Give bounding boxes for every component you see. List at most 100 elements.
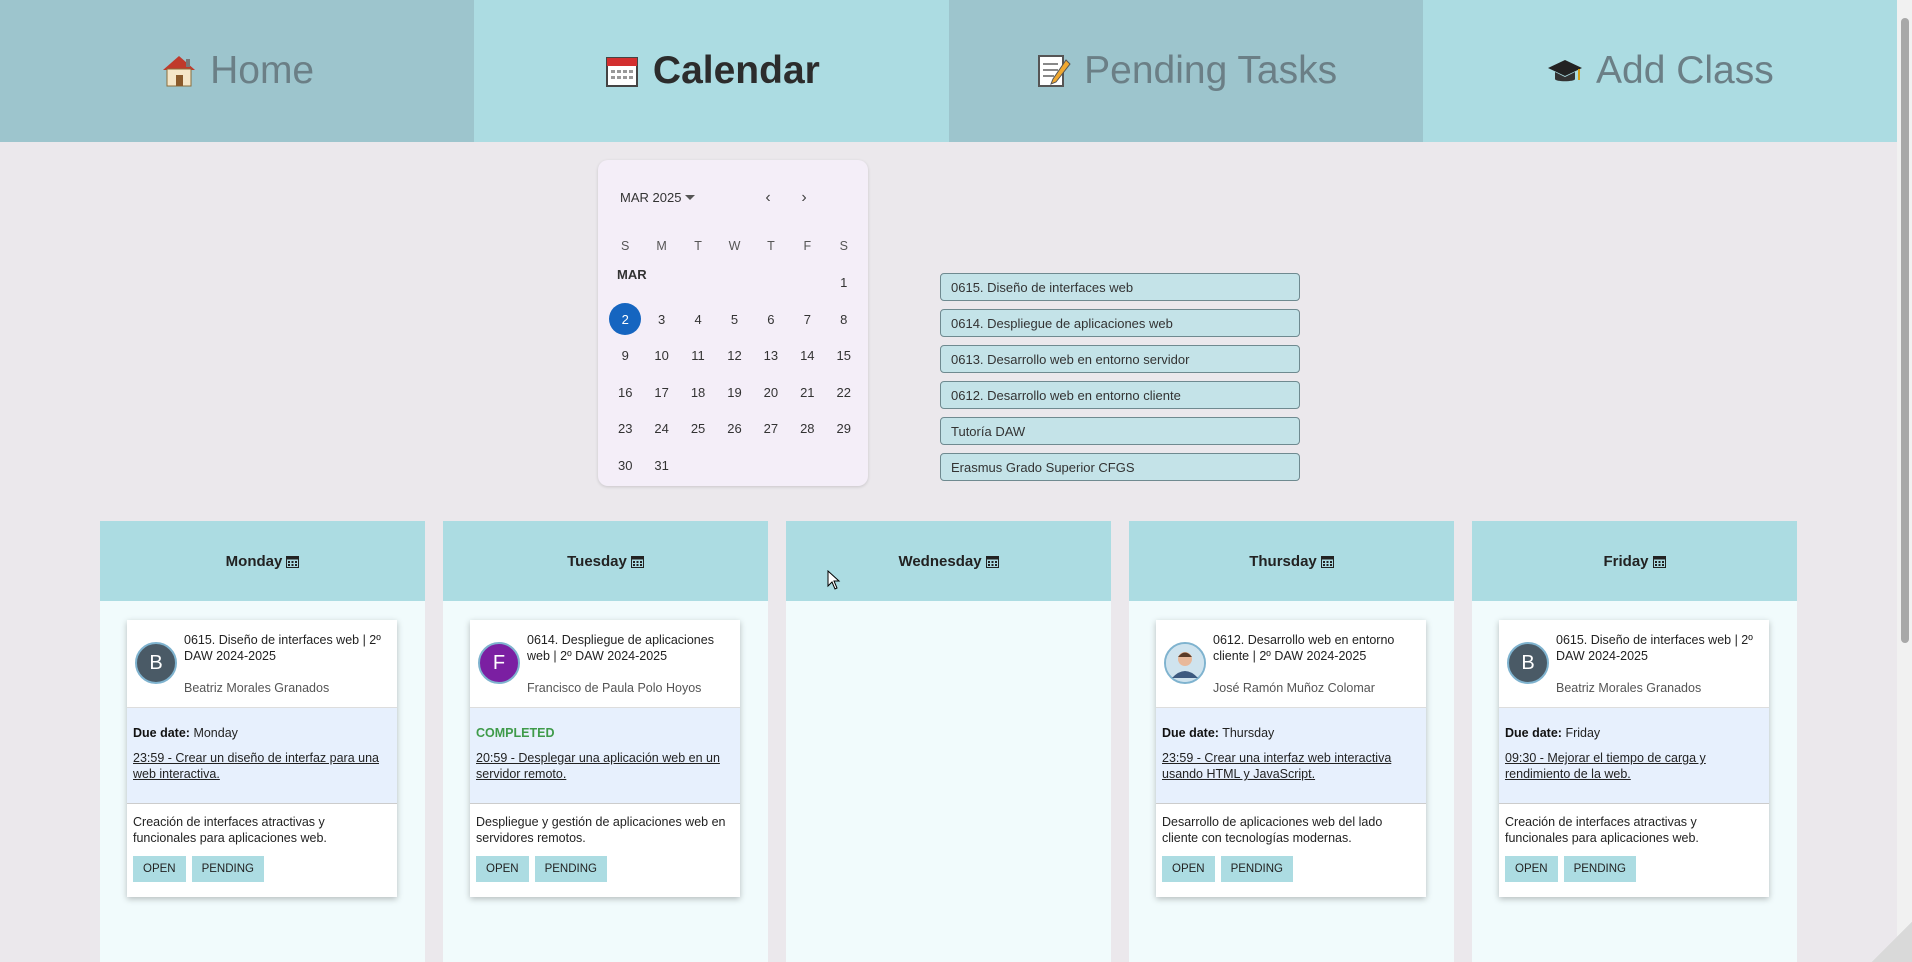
day-header: Monday	[100, 521, 425, 601]
day-number: 18	[690, 384, 706, 400]
card-task-section: Due date: Monday 23:59 - Crear un diseño…	[127, 708, 397, 803]
task-link[interactable]: 20:59 - Desplegar una aplicación web en …	[476, 750, 734, 782]
day-cell[interactable]: 2	[607, 301, 643, 337]
course-description: Creación de interfaces atractivas y func…	[1505, 815, 1699, 845]
empty-cell	[789, 265, 825, 301]
card-actions: OPEN PENDING	[1505, 856, 1763, 882]
day-cell[interactable]: 22	[826, 374, 862, 410]
due-label: Due date:	[1162, 726, 1219, 740]
calendar-icon	[1652, 555, 1666, 568]
week-row: 16 17 18 19 20 21 22	[607, 374, 862, 411]
pending-button[interactable]: PENDING	[1563, 856, 1636, 882]
open-button[interactable]: OPEN	[1162, 856, 1215, 882]
course-name: 0614. Despliegue de aplicaciones web | 2…	[527, 633, 714, 663]
day-cell[interactable]: 6	[753, 301, 789, 337]
day-cell[interactable]: 24	[643, 411, 679, 447]
day-cell[interactable]: 27	[753, 411, 789, 447]
week-row: 23 24 25 26 27 28 29	[607, 411, 862, 448]
open-button[interactable]: OPEN	[133, 856, 186, 882]
day-column-tuesday: Tuesday F 0614. Despliegue de aplicacion…	[443, 521, 768, 962]
day-cell[interactable]: 9	[607, 338, 643, 374]
day-number: 28	[800, 421, 815, 437]
day-cell[interactable]: 25	[680, 411, 716, 447]
day-cell[interactable]: 13	[753, 338, 789, 374]
tab-pending-tasks[interactable]: Pending Tasks	[948, 0, 1423, 142]
day-cell[interactable]: 10	[643, 338, 679, 374]
tab-home-label: Home	[210, 49, 315, 92]
day-cell[interactable]: 30	[607, 447, 643, 483]
calendar-icon	[603, 52, 641, 90]
tab-calendar[interactable]: Calendar	[474, 0, 949, 142]
class-chip[interactable]: 0615. Diseño de interfaces web	[940, 273, 1300, 301]
due-date: Due date: Friday	[1505, 726, 1763, 740]
task-link[interactable]: 23:59 - Crear un diseño de interfaz para…	[133, 750, 391, 782]
day-number: 19	[727, 384, 742, 400]
day-cell[interactable]: 8	[826, 301, 862, 337]
day-number: 23	[617, 421, 633, 437]
tab-add-class[interactable]: Add Class	[1422, 0, 1897, 142]
day-cell[interactable]: 14	[789, 338, 825, 374]
day-cell[interactable]: 15	[826, 338, 862, 374]
pending-button[interactable]: PENDING	[191, 856, 264, 882]
day-cell[interactable]: 16	[607, 374, 643, 410]
scrollbar-thumb[interactable]	[1901, 18, 1909, 643]
month-year-selector[interactable]: MAR 2025	[620, 190, 696, 205]
day-cell[interactable]: 7	[789, 301, 825, 337]
pending-button[interactable]: PENDING	[1220, 856, 1293, 882]
day-column-friday: Friday B 0615. Diseño de interfaces web …	[1472, 521, 1797, 962]
class-chip[interactable]: 0612. Desarrollo web en entorno cliente	[940, 381, 1300, 409]
open-button[interactable]: OPEN	[476, 856, 529, 882]
day-cell[interactable]: 3	[643, 301, 679, 337]
day-cell[interactable]: 20	[753, 374, 789, 410]
task-card: 0612. Desarrollo web en entorno cliente …	[1156, 620, 1426, 897]
day-cell[interactable]: 1	[826, 265, 862, 301]
day-number: 8	[840, 311, 848, 327]
day-cell[interactable]: 21	[789, 374, 825, 410]
day-number: 16	[617, 384, 633, 400]
task-card: F 0614. Despliegue de aplicaciones web |…	[470, 620, 740, 897]
day-cell[interactable]: 5	[716, 301, 752, 337]
week-row: 30 31	[607, 447, 862, 484]
chevron-right-icon: ›	[801, 189, 807, 206]
day-cell[interactable]: 26	[716, 411, 752, 447]
day-number: 12	[727, 348, 742, 364]
course-description: Despliegue y gestión de aplicaciones web…	[476, 815, 726, 845]
status-badge: COMPLETED	[476, 726, 555, 740]
day-cell[interactable]: 4	[680, 301, 716, 337]
day-cell[interactable]: 29	[826, 411, 862, 447]
day-cell[interactable]: 18	[680, 374, 716, 410]
class-chip[interactable]: 0614. Despliegue de aplicaciones web	[940, 309, 1300, 337]
class-chip[interactable]: 0613. Desarrollo web en entorno servidor	[940, 345, 1300, 373]
day-number: 11	[691, 348, 705, 364]
course-name: 0615. Diseño de interfaces web | 2º DAW …	[1556, 633, 1753, 663]
weekday-label: W	[728, 239, 741, 254]
day-number: 5	[730, 311, 739, 327]
card-header: B 0615. Diseño de interfaces web | 2º DA…	[127, 620, 397, 708]
card-footer: Creación de interfaces atractivas y func…	[1499, 803, 1769, 882]
day-cell[interactable]: 23	[607, 411, 643, 447]
tab-home[interactable]: Home	[0, 0, 475, 142]
day-number: 25	[690, 421, 706, 437]
day-cell[interactable]: 31	[643, 447, 679, 483]
class-chip[interactable]: Erasmus Grado Superior CFGS	[940, 453, 1300, 481]
day-header: Tuesday	[443, 521, 768, 601]
open-button[interactable]: OPEN	[1505, 856, 1558, 882]
due-value: Friday	[1565, 726, 1601, 740]
day-number: 31	[654, 457, 669, 473]
task-link[interactable]: 09:30 - Mejorar el tiempo de carga y ren…	[1505, 750, 1763, 782]
day-cell[interactable]: 17	[643, 374, 679, 410]
task-link[interactable]: 23:59 - Crear una interfaz web interacti…	[1162, 750, 1420, 782]
class-chip[interactable]: Tutoría DAW	[940, 417, 1300, 445]
pending-button[interactable]: PENDING	[534, 856, 607, 882]
day-cell[interactable]: 11	[680, 338, 716, 374]
avatar-letter: B	[149, 651, 163, 674]
next-month-button[interactable]: ›	[794, 188, 814, 208]
prev-month-button[interactable]: ‹	[758, 188, 778, 208]
weekday-label: T	[694, 239, 702, 254]
day-name: Monday	[225, 552, 283, 570]
avatar: B	[135, 642, 177, 684]
day-cell[interactable]: 19	[716, 374, 752, 410]
day-cell[interactable]: 12	[716, 338, 752, 374]
scrollbar[interactable]	[1897, 0, 1912, 962]
day-cell[interactable]: 28	[789, 411, 825, 447]
